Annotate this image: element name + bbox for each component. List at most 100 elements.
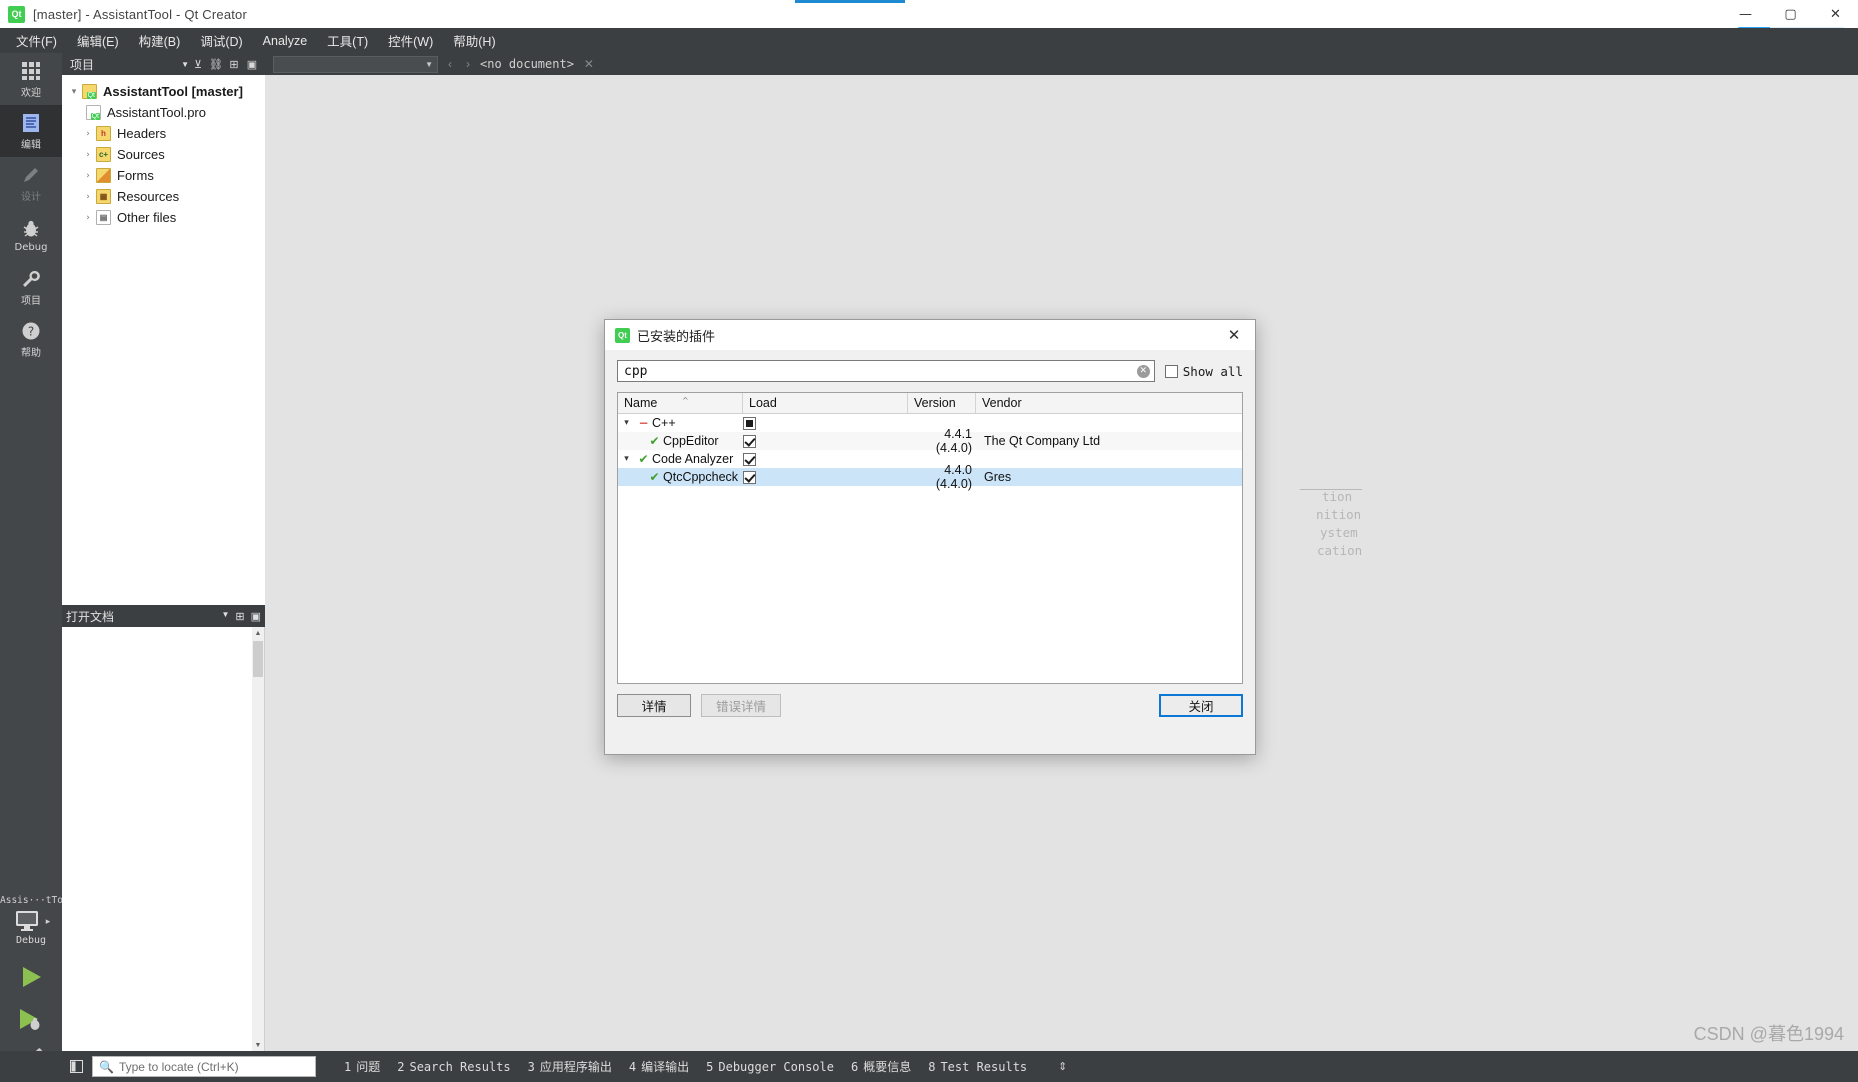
load-checkbox[interactable] xyxy=(743,452,756,466)
twisty-icon[interactable]: › xyxy=(80,213,96,223)
mode-debug-label: Debug xyxy=(14,241,48,253)
output-button-general-messages[interactable]: 6 概要信息 xyxy=(851,1058,911,1075)
mode-debug[interactable]: Debug xyxy=(0,209,62,261)
close-icon[interactable]: ✕ xyxy=(1813,0,1858,28)
folder-cpp-icon: c+ xyxy=(96,147,111,162)
menu-edit[interactable]: 编辑(E) xyxy=(67,28,129,53)
tree-item-assistanttool[interactable]: ▾ AssistantTool [master] xyxy=(62,81,265,102)
window-controls: — ▢ ✕ xyxy=(1723,0,1858,28)
grid-icon xyxy=(20,60,42,82)
plugin-table[interactable]: Name ^ Load Version Vendor ▾ − C++ ✔ Cpp… xyxy=(617,392,1243,684)
qt-project-icon xyxy=(82,84,97,99)
qt-logo-icon: Qt xyxy=(8,5,25,23)
output-button-search-results[interactable]: 2 Search Results xyxy=(397,1060,510,1074)
chevron-down-icon: ▼ xyxy=(181,59,189,69)
monitor-icon xyxy=(15,911,38,931)
column-header-version[interactable]: Version xyxy=(908,393,976,413)
menu-tools[interactable]: 工具(T) xyxy=(317,28,378,53)
tree-item-pro-file[interactable]: AssistantTool.pro xyxy=(62,102,265,123)
editor-close-icon[interactable]: ✕ xyxy=(580,57,598,71)
filter-icon[interactable]: ⊻ xyxy=(189,55,207,73)
project-tree-combo[interactable]: 项目 ▼ xyxy=(66,56,189,73)
tree-item-label: AssistantTool.pro xyxy=(107,105,206,120)
load-checkbox[interactable] xyxy=(743,434,756,448)
details-button[interactable]: 详情 xyxy=(617,694,691,717)
mode-projects[interactable]: 项目 xyxy=(0,261,62,313)
column-header-load[interactable]: Load xyxy=(743,393,908,413)
tree-item-other-files[interactable]: › ▤ Other files xyxy=(62,207,265,228)
twisty-icon[interactable]: › xyxy=(80,150,96,160)
twisty-icon[interactable]: › xyxy=(80,192,96,202)
nav-forward-icon[interactable]: › xyxy=(462,57,474,71)
mode-welcome[interactable]: 欢迎 xyxy=(0,53,62,105)
table-row[interactable]: ✔ CppEditor 4.4.1 (4.4.0) The Qt Company… xyxy=(618,427,1242,455)
output-button-debugger-console[interactable]: 5 Debugger Console xyxy=(706,1060,834,1074)
load-checkbox[interactable] xyxy=(743,416,756,430)
twisty-icon[interactable]: ▾ xyxy=(618,454,635,464)
scroll-down-icon[interactable]: ▼ xyxy=(252,1039,264,1051)
plugin-search-box[interactable]: ✕ xyxy=(617,360,1155,382)
checkbox-box[interactable] xyxy=(1164,364,1178,378)
output-button-compile-output[interactable]: 4 编译输出 xyxy=(629,1058,689,1075)
plugin-search-input[interactable] xyxy=(622,362,1137,380)
load-checkbox[interactable] xyxy=(743,470,756,484)
qt-logo-icon: Qt xyxy=(615,327,630,343)
nav-back-icon[interactable]: ‹ xyxy=(444,57,456,71)
chevron-down-icon[interactable]: ▼ xyxy=(221,610,229,623)
output-button-test-results[interactable]: 8 Test Results xyxy=(928,1060,1027,1074)
run-button[interactable] xyxy=(0,956,62,998)
split-icon[interactable]: ⊞ xyxy=(225,55,243,73)
collapse-icon[interactable]: ▣ xyxy=(251,610,261,623)
tree-item-forms[interactable]: › Forms xyxy=(62,165,265,186)
locator-input[interactable]: 🔍 Type to locate (Ctrl+K) xyxy=(92,1056,316,1077)
column-header-name[interactable]: Name ^ xyxy=(618,393,743,413)
maximize-icon[interactable]: ▢ xyxy=(1768,0,1813,28)
close-button[interactable]: 关闭 xyxy=(1159,694,1243,717)
editor-document-combo[interactable]: ▼ xyxy=(273,55,438,73)
output-button-label: Debugger Console xyxy=(718,1059,834,1074)
output-pane-toggle-icon[interactable]: ⇕ xyxy=(1058,1060,1067,1073)
menu-help[interactable]: 帮助(H) xyxy=(443,28,505,53)
twisty-icon[interactable]: ▾ xyxy=(618,418,635,428)
wrench-icon xyxy=(20,268,42,290)
sidebar-icon[interactable] xyxy=(66,1057,86,1077)
table-row-selected[interactable]: ✔ QtcCppcheck 4.4.0 (4.4.0) Gres xyxy=(618,463,1242,491)
open-documents-title: 打开文档 xyxy=(66,609,115,624)
plugin-table-header: Name ^ Load Version Vendor xyxy=(618,393,1242,414)
output-button-app-output[interactable]: 3 应用程序输出 xyxy=(528,1058,612,1075)
tree-item-resources[interactable]: › ▦ Resources xyxy=(62,186,265,207)
tree-item-sources[interactable]: › c+ Sources xyxy=(62,144,265,165)
clear-icon[interactable]: ✕ xyxy=(1136,364,1150,378)
dialog-close-icon[interactable]: ✕ xyxy=(1219,321,1249,349)
scrollbar-thumb[interactable] xyxy=(253,641,263,677)
output-button-number: 5 xyxy=(706,1059,714,1074)
open-documents-scrollbar[interactable]: ▲ ▼ xyxy=(252,627,264,1051)
debug-button[interactable] xyxy=(0,998,62,1040)
chevron-right-icon: ▸ xyxy=(45,915,51,926)
scroll-up-icon[interactable]: ▲ xyxy=(252,627,264,639)
split-icon[interactable]: ⊞ xyxy=(235,610,244,623)
link-icon[interactable]: ⛓ xyxy=(207,55,225,73)
menu-file[interactable]: 文件(F) xyxy=(6,28,67,53)
output-button-issues[interactable]: 1 问题 xyxy=(344,1058,380,1075)
menu-widgets[interactable]: 控件(W) xyxy=(378,28,443,53)
column-header-vendor[interactable]: Vendor xyxy=(976,393,1242,413)
minimize-icon[interactable]: — xyxy=(1723,0,1768,28)
mode-help[interactable]: ? 帮助 xyxy=(0,313,62,365)
tree-item-label: Other files xyxy=(117,210,177,225)
twisty-icon[interactable]: ▾ xyxy=(66,87,82,97)
show-all-checkbox[interactable]: Show all xyxy=(1164,364,1243,379)
plugin-name: C++ xyxy=(652,416,676,430)
kit-name: Assis···tTool xyxy=(0,895,75,906)
collapse-icon[interactable]: ▣ xyxy=(243,55,261,73)
search-row: ✕ Show all xyxy=(617,360,1243,382)
menu-debug[interactable]: 调试(D) xyxy=(190,28,252,53)
mode-edit[interactable]: 编辑 xyxy=(0,105,62,157)
twisty-icon[interactable]: › xyxy=(80,171,96,181)
kit-selector[interactable]: ▸ xyxy=(0,909,62,933)
tree-item-headers[interactable]: › h Headers xyxy=(62,123,265,144)
menu-build[interactable]: 构建(B) xyxy=(129,28,191,53)
twisty-icon[interactable]: › xyxy=(80,129,96,139)
dialog-title-bar: Qt 已安装的插件 ✕ xyxy=(605,320,1255,350)
menu-analyze[interactable]: Analyze xyxy=(253,31,317,51)
